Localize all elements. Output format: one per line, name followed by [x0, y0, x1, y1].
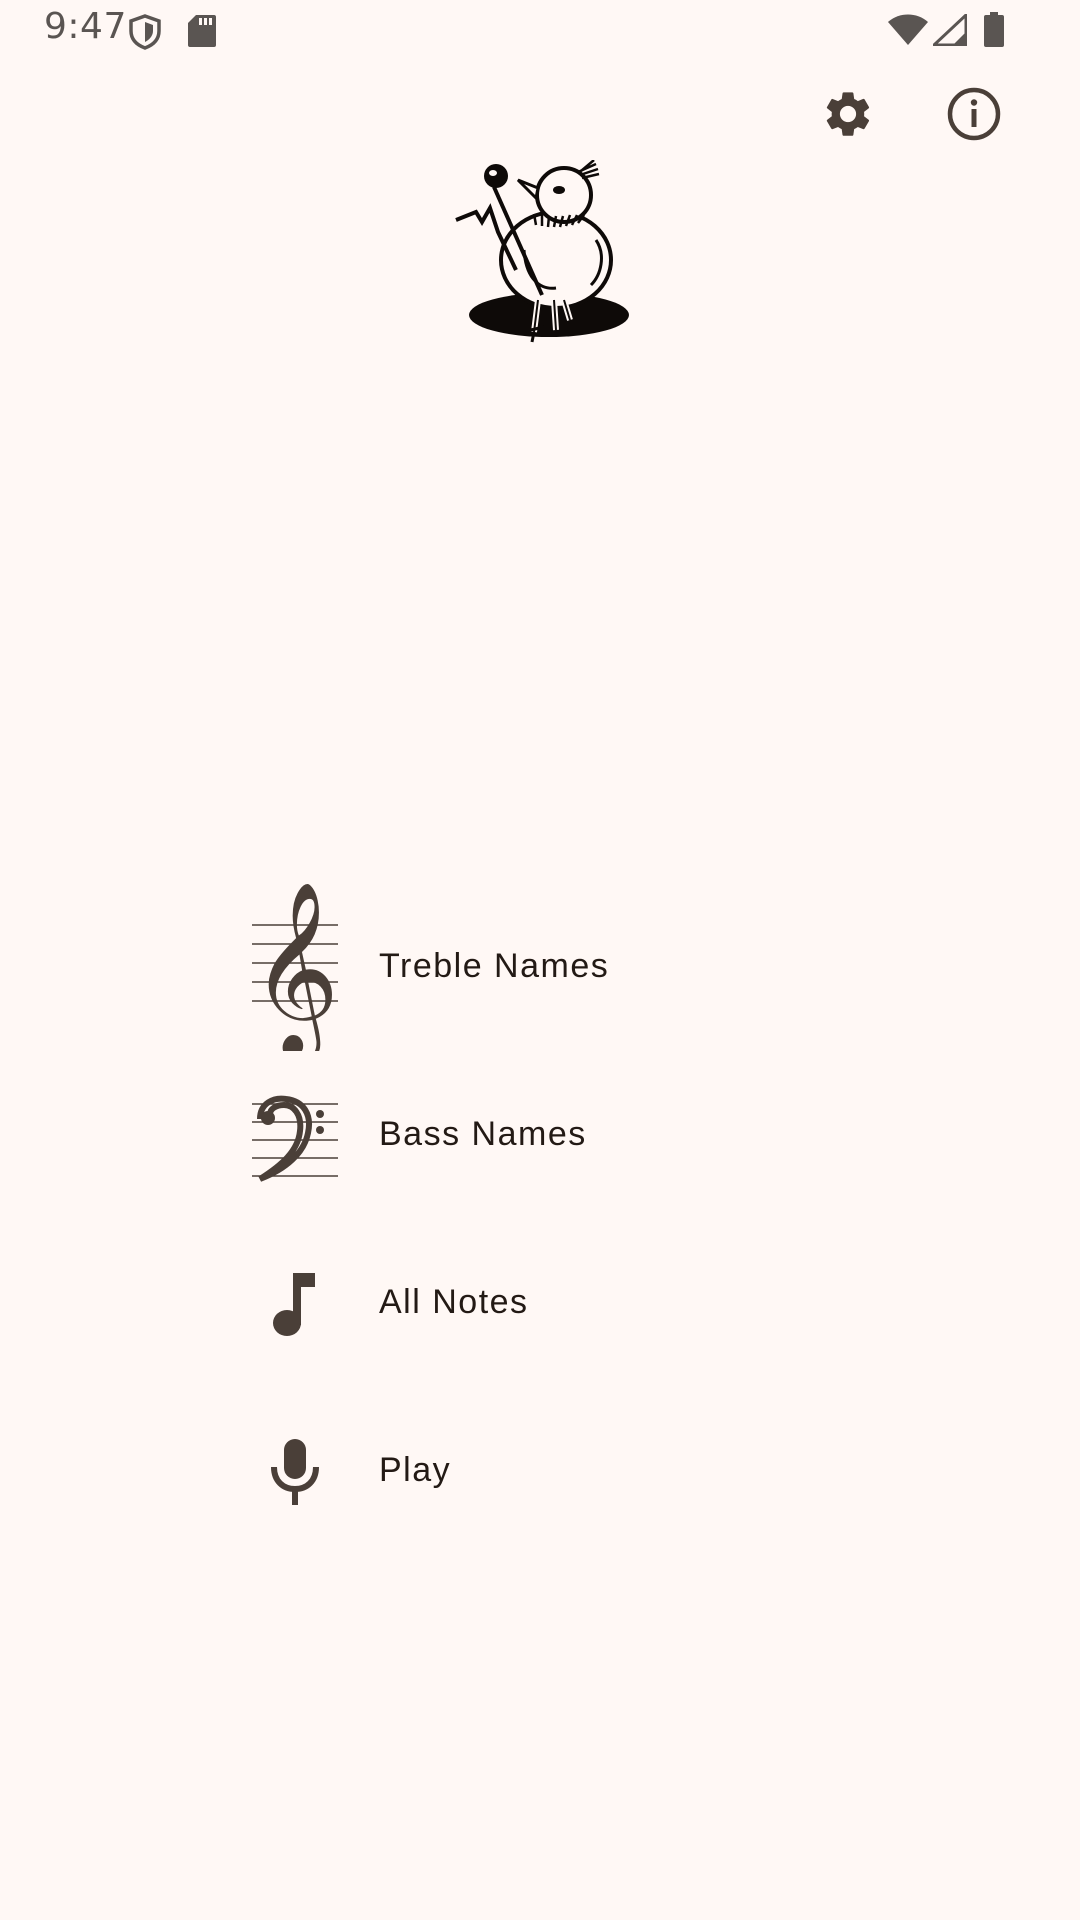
info-button[interactable] [932, 74, 1016, 158]
treble-clef-icon: 𝄞 [250, 881, 340, 1051]
settings-button[interactable] [806, 74, 890, 158]
menu-item-all-notes[interactable]: All Notes [230, 1229, 850, 1379]
battery-icon [983, 12, 1005, 53]
status-bar: 9:47 [0, 0, 1080, 60]
menu-item-bass-names[interactable]: Bass Names [230, 1061, 850, 1211]
info-icon [946, 86, 1002, 147]
svg-text:𝄞: 𝄞 [251, 881, 340, 1051]
menu-item-label: Play [379, 1451, 452, 1489]
menu-item-play[interactable]: Play [230, 1397, 850, 1547]
menu-item-label: All Notes [379, 1283, 529, 1321]
bird-singer-logo [446, 159, 646, 360]
menu-item-label: Bass Names [379, 1115, 587, 1153]
shield-icon [128, 14, 162, 55]
music-note-icon [250, 1229, 340, 1379]
sd-card-icon [187, 14, 217, 53]
menu-item-treble-names[interactable]: 𝄞 Treble Names [230, 881, 850, 1051]
gear-icon [821, 87, 875, 146]
menu-item-label: Treble Names [379, 947, 610, 985]
microphone-icon [250, 1397, 340, 1547]
bass-clef-icon [250, 1061, 340, 1211]
signal-icon [930, 11, 968, 51]
wifi-icon [888, 14, 928, 51]
status-time: 9:47 [44, 6, 127, 47]
